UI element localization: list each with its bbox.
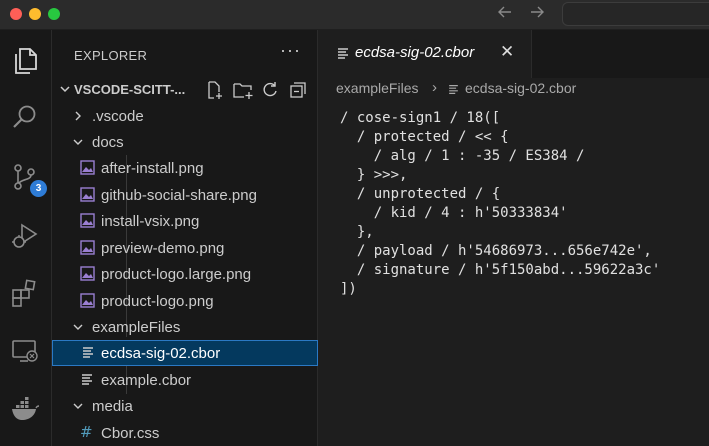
code-line: / protected / << { [340, 129, 509, 145]
chevron-down-icon [72, 135, 84, 154]
code-line: / unprotected / { [340, 186, 501, 202]
tree-item-label: ecdsa-sig-02.cbor [101, 345, 221, 362]
breadcrumb-separator: › [432, 79, 437, 96]
new-file-icon[interactable] [204, 80, 224, 105]
tree-file-install-vsix[interactable]: install-vsix.png [52, 208, 318, 234]
command-center-search[interactable] [562, 2, 709, 26]
text-file-icon [80, 372, 94, 392]
image-file-icon [80, 187, 95, 207]
title-bar [0, 0, 709, 30]
activity-remote-explorer[interactable] [6, 332, 46, 372]
activity-bar: 3 [0, 30, 52, 446]
tree-folder-vscode[interactable]: .vscode [52, 103, 318, 129]
tree-item-label: github-social-share.png [101, 187, 257, 204]
code-line: / cose-sign1 / 18([ [340, 110, 501, 126]
code-line: / alg / 1 : -35 / ES384 / [340, 148, 585, 164]
tree-item-label: preview-demo.png [101, 240, 225, 257]
text-file-icon [336, 46, 350, 66]
tree-folder-media[interactable]: media [52, 393, 318, 419]
chevron-down-icon [72, 320, 84, 339]
more-actions-icon[interactable]: ··· [280, 40, 301, 61]
code-line: / signature / h'5f150abd...59622a3c' [340, 262, 661, 278]
chevron-right-icon [72, 109, 84, 128]
sidebar-title: EXPLORER [74, 48, 148, 63]
editor-tab-bar: ecdsa-sig-02.cbor ✕ [318, 30, 709, 78]
tree-folder-docs[interactable]: docs [52, 129, 318, 155]
image-file-icon [80, 266, 95, 286]
chevron-down-icon [72, 399, 84, 418]
code-line: } >>>, [340, 167, 408, 183]
css-file-icon: # [80, 423, 93, 441]
tree-item-label: docs [92, 134, 124, 151]
tree-item-label: exampleFiles [92, 319, 181, 336]
tree-folder-examplefiles[interactable]: exampleFiles [52, 314, 318, 340]
tab-label: ecdsa-sig-02.cbor [355, 44, 475, 61]
workspace-folder-header[interactable]: VSCODE-SCITT-... [52, 78, 318, 102]
tree-item-label: install-vsix.png [101, 213, 200, 230]
arrow-right-icon[interactable] [528, 3, 546, 25]
tree-file-product-logo[interactable]: product-logo.png [52, 288, 318, 314]
tree-file-github-social-share[interactable]: github-social-share.png [52, 182, 318, 208]
refresh-icon[interactable] [260, 80, 280, 105]
tree-file-cbor-css[interactable]: # Cbor.css [52, 420, 318, 446]
text-file-icon [81, 345, 95, 365]
window-close-button[interactable] [10, 8, 22, 20]
breadcrumb-folder[interactable]: exampleFiles [336, 80, 418, 96]
image-file-icon [80, 293, 95, 313]
image-file-icon [80, 240, 95, 260]
activity-extensions[interactable] [6, 274, 46, 314]
workspace-folder-name: VSCODE-SCITT-... [74, 82, 186, 97]
tree-item-label: .vscode [92, 108, 144, 125]
tree-item-label: product-logo.large.png [101, 266, 252, 283]
activity-docker[interactable] [6, 390, 46, 430]
explorer-sidebar: EXPLORER ··· VSCODE-SCITT-... .vscode do… [52, 30, 318, 446]
source-control-badge: 3 [30, 180, 47, 197]
text-file-icon [447, 83, 460, 101]
arrow-left-icon[interactable] [496, 3, 514, 25]
window-minimize-button[interactable] [29, 8, 41, 20]
tree-file-after-install[interactable]: after-install.png [52, 155, 318, 181]
activity-source-control[interactable]: 3 [6, 158, 47, 198]
code-line: / kid / 4 : h'50333834' [340, 205, 568, 221]
image-file-icon [80, 213, 95, 233]
breadcrumb-file[interactable]: ecdsa-sig-02.cbor [465, 80, 576, 96]
tree-file-product-logo-large[interactable]: product-logo.large.png [52, 261, 318, 287]
tree-file-preview-demo[interactable]: preview-demo.png [52, 235, 318, 261]
tree-item-label: Cbor.css [101, 425, 160, 442]
code-line: }, [340, 224, 374, 240]
window-maximize-button[interactable] [48, 8, 60, 20]
tree-item-label: example.cbor [101, 372, 192, 389]
tree-file-ecdsa-sig-02[interactable]: ecdsa-sig-02.cbor [52, 340, 318, 366]
close-icon[interactable]: ✕ [500, 42, 514, 62]
activity-explorer[interactable] [6, 42, 46, 82]
code-line: ]) [340, 281, 357, 297]
new-folder-icon[interactable] [232, 80, 254, 105]
collapse-all-icon[interactable] [288, 80, 308, 105]
tree-file-example-cbor[interactable]: example.cbor [52, 367, 318, 393]
tree-item-label: product-logo.png [101, 293, 214, 310]
code-line: / payload / h'54686973...656e742e', [340, 243, 652, 259]
tab-ecdsa-sig-02[interactable]: ecdsa-sig-02.cbor ✕ [318, 30, 532, 78]
activity-run-and-debug[interactable] [6, 216, 46, 256]
activity-search[interactable] [6, 98, 46, 138]
image-file-icon [80, 160, 95, 180]
tree-item-label: media [92, 398, 133, 415]
chevron-down-icon [58, 80, 72, 103]
tree-item-label: after-install.png [101, 160, 204, 177]
